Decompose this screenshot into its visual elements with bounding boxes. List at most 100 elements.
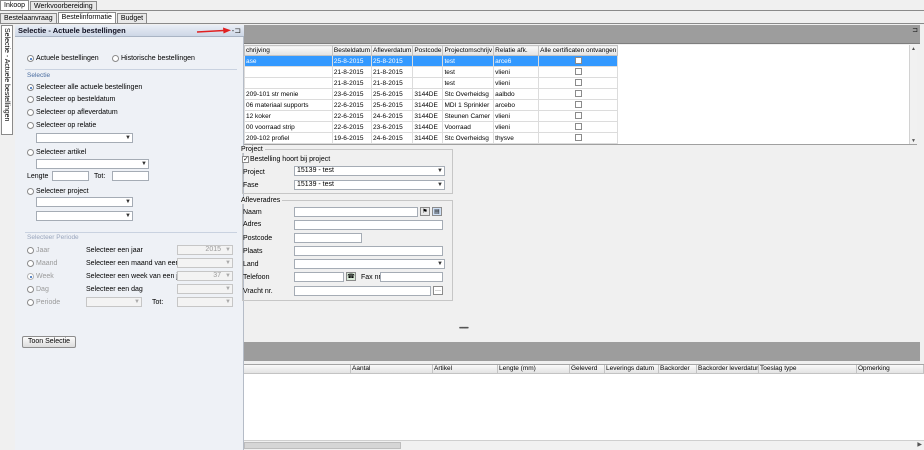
certificates-checkbox[interactable]: [574, 68, 582, 76]
table-cell: Stc TRBA: [442, 143, 495, 144]
col-header-backorder[interactable]: Backorder: [659, 365, 697, 374]
postcode-input[interactable]: [294, 233, 362, 243]
period-from-select[interactable]: ▼: [86, 297, 142, 307]
radio-actuele-label: Actuele bestellingen: [36, 55, 99, 62]
table-cell: 12 koker: [244, 110, 333, 122]
radio-besteldatum[interactable]: [27, 96, 34, 103]
project-select[interactable]: ▼: [36, 197, 133, 207]
certificates-checkbox[interactable]: [574, 79, 582, 87]
city-input[interactable]: [294, 246, 443, 256]
certificates-checkbox[interactable]: [574, 112, 582, 120]
col-header-leveringsdatum[interactable]: Leverings datum: [605, 365, 659, 374]
splitter-grip-icon[interactable]: ••••••••: [459, 326, 469, 332]
lines-header-bar: [244, 342, 920, 361]
scroll-right-icon[interactable]: ▶: [917, 441, 922, 448]
table-row[interactable]: 06 kokers op voorraad bij v le17-6-20151…: [244, 143, 619, 144]
table-row[interactable]: 21-8-2015 21-8-2015 test vlieni: [244, 66, 619, 78]
orders-col-header[interactable]: Projectomschrijv: [442, 45, 495, 56]
length-to-input[interactable]: [112, 171, 149, 181]
col-header-opmerking[interactable]: Opmerking: [857, 365, 924, 374]
table-cell: test: [442, 55, 495, 67]
table-row[interactable]: 209-102 profiel 19-6-2015 24-6-2015 3144DE S…: [244, 132, 619, 144]
year-select[interactable]: 2015 ▼: [177, 245, 233, 255]
table-row[interactable]: 209-101 str menie 23-6-2015 25-6-2015 3144D…: [244, 88, 619, 100]
col-header-artikel[interactable]: Artikel: [433, 365, 498, 374]
radio-periode[interactable]: [27, 299, 34, 306]
orders-col-header[interactable]: Postcode: [412, 45, 444, 56]
orders-col-header[interactable]: chrijving: [244, 45, 333, 56]
col-header-backorder-leverdatum[interactable]: Backorder leverdatum: [697, 365, 759, 374]
article-select[interactable]: ▼: [36, 159, 149, 169]
orders-col-header[interactable]: Relatie afk.: [493, 45, 540, 56]
radio-actuele[interactable]: [27, 55, 34, 62]
scroll-thumb[interactable]: [244, 442, 401, 449]
radio-week[interactable]: [27, 273, 34, 280]
table-row[interactable]: 00 voorraad strip 22-6-2015 23-6-2015 3144D…: [244, 121, 619, 133]
orders-col-header[interactable]: Alle certificaten ontvangen: [538, 45, 619, 56]
radio-project[interactable]: [27, 188, 34, 195]
relation-select[interactable]: ▼: [36, 133, 133, 143]
certificates-checkbox[interactable]: [574, 90, 582, 98]
phase-select[interactable]: ▼: [36, 211, 133, 221]
radio-afleverdatum[interactable]: [27, 109, 34, 116]
table-cell: Voorraad: [442, 121, 495, 133]
project-combo[interactable]: 15139 - test ▼: [294, 166, 445, 176]
col-header-aantal[interactable]: Aantal: [351, 365, 433, 374]
splitter[interactable]: ••••••••: [244, 322, 920, 342]
col-header[interactable]: [244, 365, 351, 374]
certificates-checkbox[interactable]: [574, 101, 582, 109]
pin-icon-main[interactable]: ⊐: [912, 26, 918, 34]
tab-budget[interactable]: Budget: [116, 13, 148, 23]
radio-historische[interactable]: [112, 55, 119, 62]
table-row[interactable]: ase 25-8-2015 25-8-2015 test arce6: [244, 55, 619, 67]
radio-artikel[interactable]: [27, 149, 34, 156]
pin-icon[interactable]: -⊐: [232, 26, 241, 35]
radio-dag[interactable]: [27, 286, 34, 293]
address-book-icon[interactable]: ▤: [432, 207, 442, 216]
table-cell: 25-8-2015: [371, 55, 414, 67]
radio-relatie[interactable]: [27, 122, 34, 129]
day-select[interactable]: ▼: [177, 284, 233, 294]
lookup-icon[interactable]: ⚑: [420, 207, 430, 216]
freight-input[interactable]: [294, 286, 431, 296]
side-tab-selectie[interactable]: Selectie - Actuele bestellingen: [1, 25, 13, 135]
separator: [25, 69, 237, 70]
scroll-down-icon[interactable]: ▼: [910, 137, 917, 144]
name-input[interactable]: [294, 207, 418, 217]
phone-icon[interactable]: ☎: [346, 272, 356, 281]
week-prompt: Selecteer een week van een jaar: [86, 273, 188, 280]
fax-input[interactable]: [380, 272, 443, 282]
tab-bestelinformatie[interactable]: Bestelinformatie: [57, 12, 116, 23]
month-select[interactable]: ▼: [177, 258, 233, 268]
phone-input[interactable]: [294, 272, 344, 282]
phase-combo[interactable]: 15139 - test ▼: [294, 180, 445, 190]
table-row[interactable]: 21-8-2015 21-8-2015 test vlieni: [244, 77, 619, 89]
orders-scrollbar[interactable]: ▲ ▼: [909, 45, 917, 144]
orders-col-header[interactable]: Afleverdatum: [371, 45, 414, 56]
certificates-checkbox[interactable]: [574, 123, 582, 131]
radio-maand[interactable]: [27, 260, 34, 267]
tab-bestelaanvraag[interactable]: Bestelaanvraag: [0, 13, 57, 23]
table-cell: 209-102 profiel: [244, 132, 333, 144]
col-header-geleverd[interactable]: Geleverd: [570, 365, 605, 374]
certificates-checkbox[interactable]: [574, 57, 582, 65]
table-row[interactable]: 12 koker 22-6-2015 24-6-2015 3144DE Steunen …: [244, 110, 619, 122]
belongs-to-project-checkbox[interactable]: ✓: [242, 156, 249, 163]
lines-horizontal-scrollbar[interactable]: ▶: [244, 440, 924, 450]
show-selection-button[interactable]: Toon Selectie: [22, 336, 76, 348]
certificates-checkbox[interactable]: [574, 134, 582, 142]
scroll-up-icon[interactable]: ▲: [910, 45, 917, 53]
country-select[interactable]: ▼: [294, 259, 445, 269]
col-header-lengte[interactable]: Lengte (mm): [498, 365, 570, 374]
address-input[interactable]: [294, 220, 443, 230]
table-row[interactable]: 06 materiaal supports 22-6-2015 25-6-2015 3…: [244, 99, 619, 111]
radio-select-all[interactable]: [27, 84, 34, 91]
length-from-input[interactable]: [52, 171, 89, 181]
more-icon[interactable]: ···: [433, 286, 443, 295]
week-select[interactable]: 37 ▼: [177, 271, 233, 281]
radio-jaar[interactable]: [27, 247, 34, 254]
orders-col-header[interactable]: Besteldatum: [331, 45, 373, 56]
period-to-select[interactable]: ▼: [177, 297, 233, 307]
col-header-toeslag[interactable]: Toeslag type: [759, 365, 857, 374]
table-cell: 23-6-2015: [371, 121, 414, 133]
